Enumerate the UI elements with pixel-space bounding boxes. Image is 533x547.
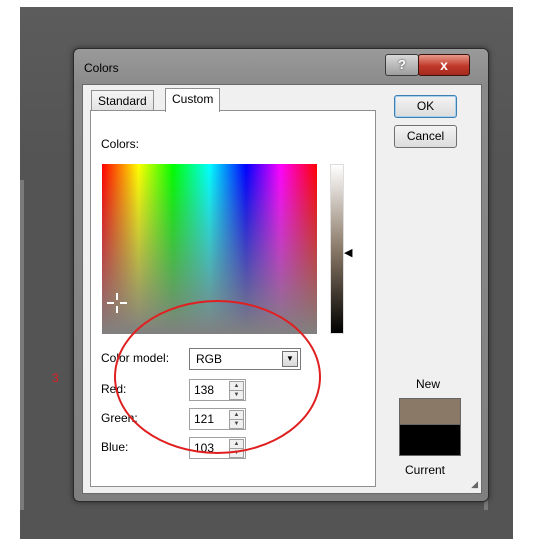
background-panel-left-edge	[20, 180, 24, 510]
current-color-label: Current	[405, 463, 446, 477]
new-color-label: New	[416, 377, 441, 391]
cancel-button[interactable]: Cancel	[394, 125, 457, 148]
tab-custom[interactable]: Custom	[165, 88, 221, 112]
close-button[interactable]: x	[418, 54, 470, 76]
dialog-title: Colors	[84, 61, 119, 75]
tab-standard[interactable]: Standard	[91, 90, 154, 111]
highlight-circle	[114, 300, 321, 454]
current-color-swatch	[399, 424, 461, 456]
luminance-slider[interactable]	[330, 164, 344, 334]
resize-grip-icon[interactable]: ◢	[471, 479, 478, 490]
ok-button[interactable]: OK	[394, 95, 457, 118]
help-button[interactable]: ?	[385, 54, 419, 76]
new-color-swatch	[399, 398, 461, 426]
step-number-marker: 3	[52, 371, 59, 385]
color-crosshair-icon[interactable]	[107, 293, 127, 313]
luminance-pointer-icon[interactable]: ◀	[344, 246, 352, 259]
blue-label: Blue:	[101, 440, 129, 454]
colors-label: Colors:	[101, 137, 140, 151]
